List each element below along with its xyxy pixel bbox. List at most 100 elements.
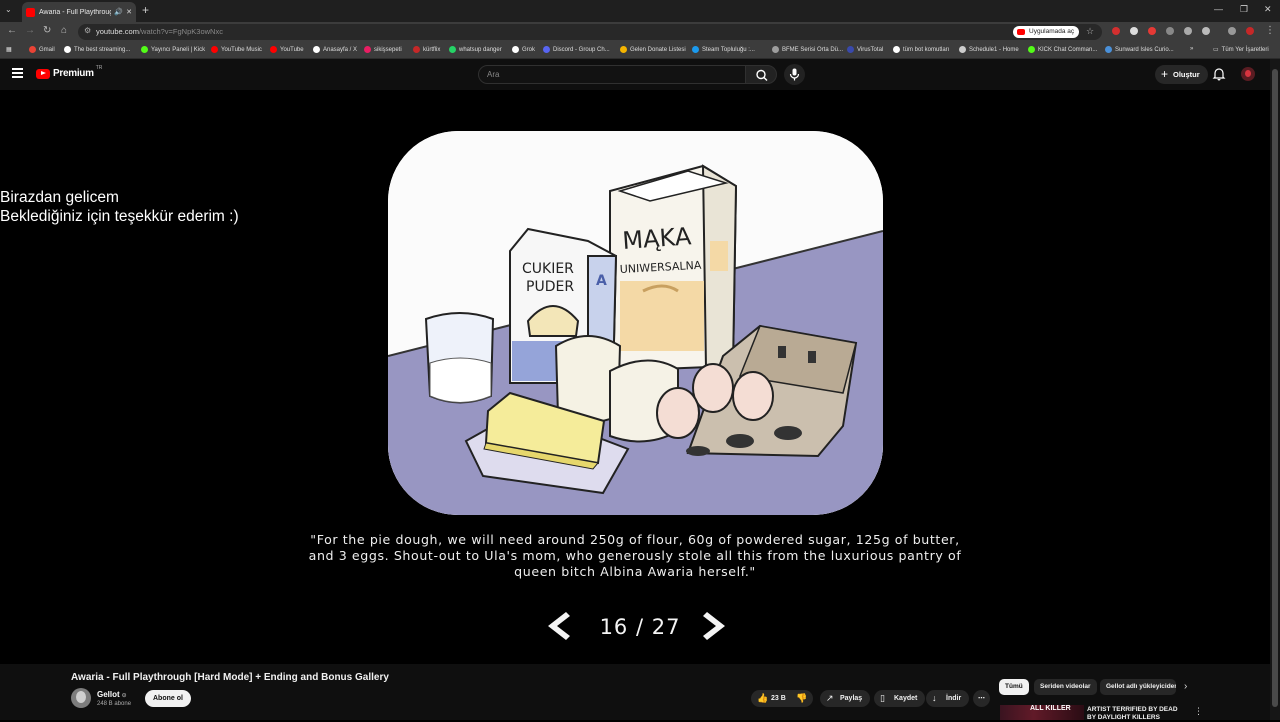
more-bookmarks-icon[interactable]: » — [1190, 46, 1193, 52]
bookmark-label: Schedule1 - Home — [969, 46, 1019, 53]
ingredients-illustration: MĄKA UNIWERSALNA CUKIER PUDER A — [388, 131, 883, 515]
extensions-puzzle-icon[interactable] — [1202, 27, 1210, 35]
chip-uploader[interactable]: Gellot adlı yükleyiciden — [1100, 679, 1176, 695]
forward-icon[interactable]: → — [25, 25, 35, 36]
bookmark-favicon-icon — [512, 46, 519, 53]
profile-icon[interactable] — [1246, 27, 1254, 35]
dislike-button[interactable]: 👎 — [790, 690, 814, 707]
extension-icon[interactable] — [1166, 27, 1174, 35]
bookmark-favicon-icon — [847, 46, 854, 53]
voice-search-button[interactable] — [784, 64, 805, 85]
chip-all[interactable]: Tümü — [999, 679, 1029, 695]
bookmark-item[interactable]: VirusTotal — [847, 46, 883, 53]
bookmark-item[interactable]: kürtflix — [413, 46, 440, 53]
chip-series[interactable]: Seriden videolar — [1034, 679, 1097, 695]
notifications-bell-icon[interactable] — [1212, 67, 1226, 81]
bookmark-item[interactable]: Sunward Isles Curio... — [1105, 46, 1174, 53]
download-icon[interactable] — [1228, 27, 1236, 35]
gallery-pager: 16 / 27 — [540, 608, 740, 644]
maximize-icon[interactable]: ❐ — [1240, 4, 1248, 15]
new-tab-button[interactable]: + — [142, 3, 149, 17]
video-player[interactable]: Birazdan gelicem Beklediğiniz için teşek… — [0, 90, 1270, 664]
bookmark-item[interactable]: YouTube Music — [211, 46, 262, 53]
search-button[interactable] — [745, 65, 777, 84]
bookmark-label: YouTube — [280, 46, 304, 53]
bookmark-item[interactable]: Schedule1 - Home — [959, 46, 1019, 53]
subscriber-count: 248 B abone — [97, 701, 132, 707]
bookmark-item[interactable]: Discord - Group Ch... — [543, 46, 610, 53]
bookmark-label: Steam Topluluğu :... — [702, 46, 755, 53]
extension-icon[interactable] — [1148, 27, 1156, 35]
more-actions-button[interactable]: ⋯ — [973, 690, 990, 707]
browser-toolbar: ← → ↻ ⌂ ⚙ youtube.com/watch?v=FgNpK3owNx… — [0, 22, 1280, 42]
extension-icon[interactable] — [1112, 27, 1120, 35]
bookmark-item[interactable]: YouTube — [270, 46, 304, 53]
channel-name[interactable]: Gellot ⊙ — [97, 690, 127, 699]
window-close-icon[interactable]: ✕ — [1264, 4, 1272, 15]
subscribe-button[interactable]: Abone ol — [145, 690, 191, 707]
bookmark-label: VirusTotal — [857, 46, 884, 53]
bookmark-item[interactable]: Yayıncı Paneli | Kick — [141, 46, 205, 53]
bookmark-favicon-icon — [449, 46, 456, 53]
all-bookmarks[interactable]: ▭ Tüm Yer İşaretleri — [1213, 46, 1269, 54]
search-icon — [756, 69, 768, 81]
bookmark-star-icon[interactable]: ☆ — [1086, 26, 1094, 37]
search-input[interactable]: Ara — [478, 65, 746, 84]
glass-of-water — [424, 312, 495, 404]
scrollbar-thumb[interactable] — [1272, 69, 1278, 707]
bookmark-label: sikişsepeti — [374, 46, 402, 53]
tab-close-icon[interactable]: ✕ — [126, 8, 132, 16]
bookmark-favicon-icon — [364, 46, 371, 53]
audio-playing-icon[interactable]: 🔊 — [114, 8, 123, 16]
active-tab[interactable]: Awaria - Full Playthrough [H 🔊 ✕ — [22, 2, 136, 22]
browser-menu-icon[interactable]: ⋮ — [1265, 25, 1275, 36]
home-icon[interactable]: ⌂ — [61, 25, 67, 36]
bookmark-item[interactable]: Anasayfa / X — [313, 46, 357, 53]
download-button[interactable]: ↓ İndir — [926, 690, 970, 707]
youtube-logo[interactable]: Premium TR — [36, 65, 102, 79]
bookmark-label: kürtflix — [423, 46, 441, 53]
bookmark-favicon-icon — [1105, 46, 1112, 53]
bookmark-item[interactable]: Gelen Donate Listesi — [620, 46, 686, 53]
bookmark-label: Sunward Isles Curio... — [1115, 46, 1174, 53]
bookmark-item[interactable]: Steam Topluluğu :... — [692, 46, 755, 53]
bookmark-item[interactable]: KICK Chat Comman... — [1028, 46, 1097, 53]
bookmark-item[interactable]: BFME Serisi Orta Dü... — [772, 46, 843, 53]
bookmark-label: Grok — [522, 46, 536, 53]
bookmark-favicon-icon — [64, 46, 71, 53]
flour-brand-label: MĄKA — [621, 222, 692, 255]
minimize-icon[interactable]: — — [1214, 4, 1223, 14]
address-bar[interactable]: ⚙ youtube.com/watch?v=FgNpK3owNxc Uygula… — [78, 24, 1102, 40]
bookmark-item[interactable]: The best streaming... — [64, 46, 130, 53]
channel-avatar[interactable] — [71, 688, 91, 708]
save-button[interactable]: ▯ Kaydet — [874, 690, 926, 707]
tab-search-icon[interactable]: ⌄ — [5, 5, 12, 14]
bookmark-favicon-icon — [893, 46, 900, 53]
back-icon[interactable]: ← — [7, 25, 17, 36]
bookmark-item[interactable]: tüm bot komutları — [893, 46, 949, 53]
extension-icon[interactable] — [1130, 27, 1138, 35]
previous-arrow-icon[interactable] — [540, 608, 576, 644]
open-in-app-button[interactable]: Uygulamada aç — [1013, 26, 1080, 38]
extension-icon[interactable] — [1184, 27, 1192, 35]
url-text: youtube.com/watch?v=FgNpK3owNxc — [96, 27, 223, 36]
share-button[interactable]: ↗ Paylaş — [820, 690, 871, 707]
user-avatar[interactable] — [1241, 67, 1255, 81]
page-scrollbar[interactable] — [1270, 59, 1280, 720]
bookmark-item[interactable]: whatsup danger — [449, 46, 502, 53]
apps-grid-icon[interactable]: ▦ — [6, 46, 12, 53]
recommended-thumbnail[interactable]: ALL KILLER — [1000, 705, 1084, 720]
site-info-icon[interactable]: ⚙ — [84, 26, 91, 35]
menu-icon[interactable] — [12, 68, 23, 78]
bookmark-item[interactable]: Gmail — [29, 46, 55, 53]
youtube-header: Premium TR Ara + Oluştur — [0, 59, 1280, 90]
chips-next-icon[interactable]: › — [1184, 681, 1187, 692]
next-arrow-icon[interactable] — [697, 608, 733, 644]
bookmark-item[interactable]: sikişsepeti — [364, 46, 402, 53]
bookmark-item[interactable]: Grok — [512, 46, 535, 53]
reload-icon[interactable]: ↻ — [43, 25, 51, 36]
create-button[interactable]: + Oluştur — [1155, 65, 1208, 84]
recommended-more-icon[interactable]: ⋮ — [1194, 706, 1203, 717]
youtube-favicon-icon — [26, 7, 35, 17]
bookmark-favicon-icon — [1028, 46, 1035, 53]
